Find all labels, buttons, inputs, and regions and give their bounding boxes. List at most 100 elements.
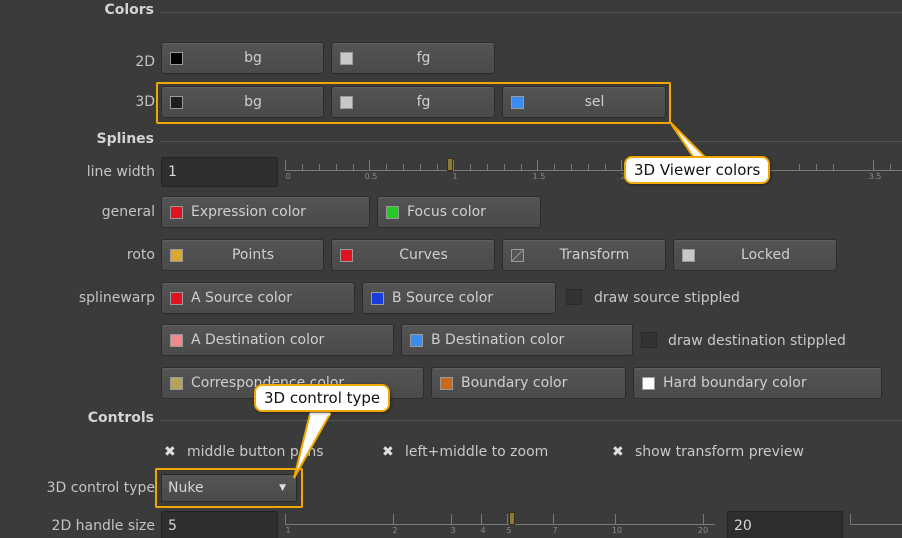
tick-label: 2 — [392, 526, 398, 535]
slider-handle[interactable] — [509, 512, 515, 525]
focus-color-button[interactable]: Focus color — [377, 196, 541, 228]
slider-track — [285, 524, 715, 525]
tick-label: 10 — [611, 526, 623, 535]
locked-swatch — [682, 248, 695, 262]
tick-label: 0.5 — [364, 172, 378, 181]
3d-control-type-callout: 3D control type — [254, 384, 391, 412]
a-source-color-button[interactable]: A Source color — [161, 282, 355, 314]
button-label: fg — [416, 94, 431, 110]
focus-swatch — [386, 205, 399, 219]
middle-button-pans-checkbox[interactable]: ✖ — [164, 443, 176, 461]
3d-fg-color-button[interactable]: fg — [331, 86, 495, 118]
fg-swatch — [340, 51, 353, 65]
button-label: A Source color — [191, 290, 293, 306]
button-label: Focus color — [407, 204, 486, 220]
2d-bg-color-button[interactable]: bg — [161, 42, 324, 74]
3d-viewer-colors-callout: 3D Viewer colors — [624, 156, 771, 184]
slider-tick — [302, 164, 303, 170]
bg-swatch — [170, 51, 183, 65]
fg-swatch — [340, 95, 353, 109]
draw-destination-stippled-checkbox[interactable] — [641, 332, 657, 348]
line-width-label: line width — [86, 164, 155, 180]
show-transform-preview-checkbox[interactable]: ✖ — [612, 443, 624, 461]
b-dest-swatch — [410, 333, 423, 347]
slider-tick — [420, 164, 421, 170]
correspondence-swatch — [170, 376, 183, 390]
transform-color-button[interactable]: Transform — [502, 239, 666, 271]
chevron-down-icon: ▼ — [279, 483, 286, 493]
points-swatch — [170, 248, 183, 262]
button-label: Expression color — [191, 204, 306, 220]
slider-tick — [799, 164, 800, 170]
button-label: Boundary color — [461, 375, 568, 391]
a-destination-color-button[interactable]: A Destination color — [161, 324, 394, 356]
slider-tick — [451, 514, 452, 524]
3d-sel-color-button[interactable]: sel — [502, 86, 666, 118]
hard-boundary-swatch — [642, 376, 655, 390]
tick-label: 20 — [697, 526, 709, 535]
viewer-callout-tail — [669, 121, 708, 160]
3d-bg-color-button[interactable]: bg — [161, 86, 324, 118]
button-label: bg — [244, 94, 262, 110]
boundary-color-button[interactable]: Boundary color — [431, 367, 626, 399]
section-divider — [160, 12, 902, 13]
slider-tick — [588, 164, 589, 170]
2d-handle-size-slider-2[interactable] — [850, 508, 902, 538]
a-dest-swatch — [170, 333, 183, 347]
slider-tick — [353, 164, 354, 170]
button-label: B Destination color — [431, 332, 565, 348]
a-source-swatch — [170, 291, 183, 305]
expression-color-button[interactable]: Expression color — [161, 196, 370, 228]
slider-tick — [386, 164, 387, 170]
2d-handle-size-label: 2D handle size — [51, 518, 155, 534]
slider-handle[interactable] — [447, 158, 453, 171]
sel-swatch — [511, 95, 524, 109]
curves-color-button[interactable]: Curves — [331, 239, 495, 271]
2d-handle-size-max-input[interactable]: 20 — [727, 511, 843, 538]
3d-control-type-dropdown[interactable]: Nuke ▼ — [161, 474, 297, 502]
button-label: A Destination color — [191, 332, 325, 348]
button-label: Transform — [559, 247, 630, 263]
splinewarp-label: splinewarp — [78, 290, 155, 306]
slider-tick — [833, 164, 834, 170]
section-controls-title: Controls — [87, 410, 154, 426]
points-color-button[interactable]: Points — [161, 239, 324, 271]
button-label: Curves — [399, 247, 448, 263]
slider-tick — [554, 164, 555, 170]
button-label: Points — [231, 247, 275, 263]
line-width-slider[interactable]: 0 0.5 1 1.5 2 3.5 — [285, 154, 902, 184]
slider-tick — [571, 164, 572, 170]
button-label: fg — [416, 50, 431, 66]
draw-source-stippled-checkbox[interactable] — [566, 289, 582, 305]
left-middle-zoom-checkbox[interactable]: ✖ — [382, 443, 394, 461]
draw-source-stippled-label: draw source stippled — [594, 290, 740, 306]
button-label: B Source color — [392, 290, 494, 306]
2d-fg-color-button[interactable]: fg — [331, 42, 495, 74]
button-label: bg — [244, 50, 262, 66]
2d-handle-size-input[interactable]: 5 — [161, 511, 278, 538]
tick-label: 1 — [285, 526, 291, 535]
section-divider — [160, 141, 902, 142]
section-divider — [160, 420, 902, 421]
draw-destination-stippled-label: draw destination stippled — [668, 333, 846, 349]
tick-label: 3.5 — [868, 172, 882, 181]
locked-color-button[interactable]: Locked — [673, 239, 837, 271]
button-label: Hard boundary color — [663, 375, 807, 391]
2d-handle-size-slider[interactable]: 1 2 3 4 5 7 10 20 — [285, 508, 715, 538]
line-width-input[interactable]: 1 — [161, 157, 278, 187]
section-colors-title: Colors — [104, 2, 154, 18]
slider-tick — [890, 164, 891, 170]
tick-label: 0 — [285, 172, 291, 181]
tick-label: 5 — [506, 526, 512, 535]
bg-swatch — [170, 95, 183, 109]
tick-label: 4 — [480, 526, 486, 535]
left-middle-zoom-label: left+middle to zoom — [405, 444, 549, 460]
b-destination-color-button[interactable]: B Destination color — [401, 324, 633, 356]
tick-label: 3 — [450, 526, 456, 535]
slider-tick — [621, 160, 622, 170]
dropdown-value: Nuke — [168, 480, 204, 496]
hard-boundary-color-button[interactable]: Hard boundary color — [633, 367, 882, 399]
tick-label: 1 — [452, 172, 458, 181]
b-source-color-button[interactable]: B Source color — [362, 282, 556, 314]
preferences-panel: Colors 2D bg fg 3D bg fg sel Splines lin… — [0, 0, 902, 538]
